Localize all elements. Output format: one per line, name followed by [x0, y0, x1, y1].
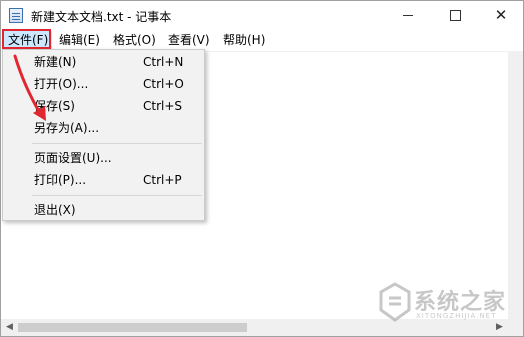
notepad-app-icon	[9, 8, 23, 23]
menu-item-open[interactable]: 打开(O)... Ctrl+O	[3, 73, 204, 95]
watermark-subtext: XITONGZHIJIA.NET	[416, 312, 497, 320]
menu-item-label: 保存(S)	[34, 99, 75, 113]
minimize-button[interactable]	[385, 1, 431, 30]
horizontal-scroll-thumb[interactable]	[18, 323, 247, 332]
maximize-icon	[449, 10, 461, 21]
close-icon: ✕	[494, 6, 508, 24]
menu-view[interactable]: 查看(V)	[164, 31, 214, 50]
file-menu-dropdown: 新建(N) Ctrl+N 打开(O)... Ctrl+O 保存(S) Ctrl+…	[2, 49, 205, 221]
maximize-button[interactable]	[432, 1, 478, 30]
menu-format[interactable]: 格式(O)	[109, 31, 160, 50]
menu-item-label: 退出(X)	[34, 203, 76, 217]
menu-item-page-setup[interactable]: 页面设置(U)...	[3, 147, 204, 169]
watermark-logo-icon	[379, 282, 411, 322]
watermark: 系统之家 XITONGZHIJIA.NET	[378, 282, 518, 326]
menu-help[interactable]: 帮助(H)	[219, 31, 269, 50]
menu-separator	[32, 195, 202, 196]
window-title: 新建文本文档.txt - 记事本	[31, 10, 172, 24]
menu-item-shortcut: Ctrl+S	[143, 99, 183, 113]
menu-item-new[interactable]: 新建(N) Ctrl+N	[3, 51, 204, 73]
scroll-left-icon[interactable]: ◀	[6, 322, 13, 332]
menu-item-print[interactable]: 打印(P)... Ctrl+P	[3, 169, 204, 191]
menu-item-save-as[interactable]: 另存为(A)...	[3, 117, 204, 139]
menu-item-shortcut: Ctrl+N	[143, 55, 184, 69]
minimize-icon	[403, 15, 413, 16]
menu-separator	[32, 143, 202, 144]
menu-item-shortcut: Ctrl+O	[143, 77, 184, 91]
menu-item-exit[interactable]: 退出(X)	[3, 199, 204, 221]
menu-item-save[interactable]: 保存(S) Ctrl+S	[3, 95, 204, 117]
vertical-scrollbar[interactable]	[508, 52, 523, 319]
close-button[interactable]: ✕	[478, 1, 524, 30]
title-bar[interactable]: 新建文本文档.txt - 记事本 ✕	[1, 1, 523, 30]
menu-edit[interactable]: 编辑(E)	[55, 31, 104, 50]
menu-item-label: 打开(O)...	[34, 77, 89, 91]
menu-item-label: 另存为(A)...	[34, 121, 100, 135]
menu-item-label: 页面设置(U)...	[34, 151, 112, 165]
menu-item-label: 新建(N)	[34, 55, 77, 69]
menu-item-label: 打印(P)...	[34, 173, 87, 187]
annotation-highlight-box	[2, 29, 51, 49]
menu-item-shortcut: Ctrl+P	[143, 173, 182, 187]
